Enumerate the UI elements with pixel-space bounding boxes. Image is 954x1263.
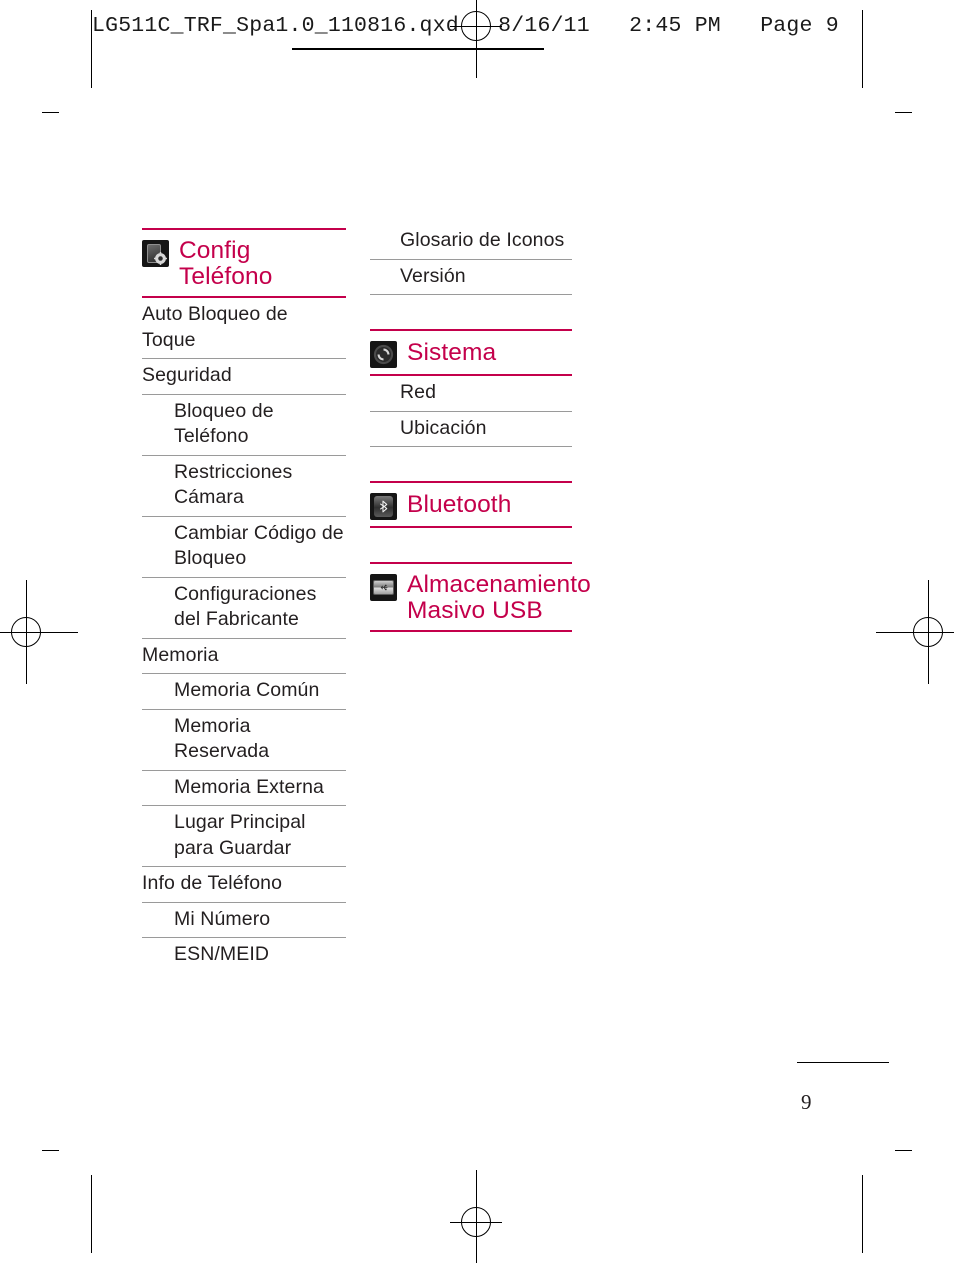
section-title-sistema: Sistema bbox=[407, 339, 497, 366]
section-header-bluetooth[interactable]: Bluetooth bbox=[370, 481, 572, 528]
usb-title-line-2: Masivo USB bbox=[407, 597, 543, 624]
crop-mark-top-left-vertical bbox=[91, 10, 92, 88]
crop-mark-bottom-left-vertical bbox=[91, 1175, 92, 1253]
crop-mark-bottom-right-horizontal bbox=[895, 1150, 912, 1151]
section-title-almacenamiento-masivo-usb: Almacenamiento Masivo USB bbox=[397, 571, 591, 624]
document-page: LG511C_TRF_Spa1.0_110816.qxd 8/16/11 2:4… bbox=[0, 0, 954, 1263]
config-title-line-2: Teléfono bbox=[179, 263, 273, 290]
section-header-sistema[interactable]: Sistema bbox=[370, 329, 572, 376]
toc-item-label: Ubicación bbox=[400, 416, 487, 439]
toc-item-label: Memoria Común bbox=[174, 679, 320, 701]
toc-item-label: Info de Teléfono bbox=[142, 872, 283, 894]
registration-tick-left-vertical bbox=[26, 580, 27, 684]
toc-item-label: Lugar Principal para Guardar bbox=[174, 811, 306, 859]
toc-item-auto-bloqueo-de-toque[interactable]: Auto Bloqueo de Toque bbox=[142, 298, 346, 359]
toc-item-memoria[interactable]: Memoria bbox=[142, 639, 346, 674]
toc-item-memoria-reservada[interactable]: Memoria Reservada bbox=[142, 710, 346, 771]
section-title-config-telefono: Config Teléfono bbox=[169, 237, 272, 290]
toc-right-column: Glosario de Iconos Versión Sistema Red U… bbox=[370, 228, 591, 632]
toc-item-esn-meid[interactable]: ESN/MEID bbox=[142, 938, 346, 973]
column-spacer-1 bbox=[370, 295, 572, 329]
toc-item-label: Mi Número bbox=[174, 907, 271, 930]
header-underline bbox=[292, 48, 544, 50]
bluetooth-icon bbox=[370, 493, 397, 520]
section-title-bluetooth: Bluetooth bbox=[407, 491, 512, 518]
column-spacer-3 bbox=[370, 528, 572, 562]
toc-item-seguridad[interactable]: Seguridad bbox=[142, 359, 346, 395]
page-number: 9 bbox=[801, 1090, 812, 1114]
toc-item-restricciones-camara[interactable]: Restricciones Cámara bbox=[142, 456, 346, 517]
toc-item-label: Cambiar Código de Bloqueo bbox=[174, 521, 344, 570]
toc-item-label: ESN/MEID bbox=[174, 943, 270, 965]
toc-left-column: Config Teléfono Auto Bloqueo de Toque Seg… bbox=[142, 228, 346, 973]
toc-item-label: Configuraciones del Fabricante bbox=[174, 582, 317, 631]
section-header-config-telefono[interactable]: Config Teléfono bbox=[142, 228, 346, 298]
registration-mark-top bbox=[450, 0, 502, 78]
toc-item-label: Versión bbox=[400, 264, 466, 287]
section-header-almacenamiento-masivo-usb[interactable]: Almacenamiento Masivo USB bbox=[370, 562, 591, 632]
crop-mark-bottom-right-vertical bbox=[862, 1175, 863, 1253]
toc-item-label: Seguridad bbox=[142, 364, 232, 386]
toc-item-label: Bloqueo de Teléfono bbox=[174, 399, 274, 448]
toc-item-label: Auto Bloqueo de Toque bbox=[142, 303, 288, 351]
usb-title-line-1: Almacenamiento bbox=[407, 571, 591, 598]
toc-item-label: Memoria Externa bbox=[174, 775, 324, 798]
crop-mark-top-left-horizontal bbox=[42, 112, 59, 113]
toc-item-lugar-principal-para-guardar[interactable]: Lugar Principal para Guardar bbox=[142, 806, 346, 867]
toc-item-glosario-de-iconos[interactable]: Glosario de Iconos bbox=[370, 228, 572, 260]
toc-item-info-de-telefono[interactable]: Info de Teléfono bbox=[142, 867, 346, 903]
toc-item-cambiar-codigo-de-bloqueo[interactable]: Cambiar Código de Bloqueo bbox=[142, 517, 346, 578]
column-spacer-2 bbox=[370, 447, 572, 481]
toc-item-ubicacion[interactable]: Ubicación bbox=[370, 412, 572, 447]
crop-mark-bottom-left-horizontal bbox=[42, 1150, 59, 1151]
toc-item-version[interactable]: Versión bbox=[370, 260, 572, 295]
config-title-line-1: Config bbox=[179, 237, 251, 264]
toc-item-label: Red bbox=[400, 381, 437, 403]
registration-mark-bottom bbox=[450, 1170, 502, 1263]
toc-item-memoria-comun[interactable]: Memoria Común bbox=[142, 674, 346, 710]
registration-tick-right-vertical bbox=[928, 580, 929, 684]
crop-mark-top-right-horizontal bbox=[895, 112, 912, 113]
toc-item-memoria-externa[interactable]: Memoria Externa bbox=[142, 771, 346, 806]
toc-item-bloqueo-de-telefono[interactable]: Bloqueo de Teléfono bbox=[142, 395, 346, 456]
toc-item-label: Glosario de Iconos bbox=[400, 229, 565, 251]
toc-item-red[interactable]: Red bbox=[370, 376, 572, 412]
toc-item-label: Restricciones Cámara bbox=[174, 460, 293, 509]
usb-mass-storage-icon bbox=[370, 574, 397, 601]
crop-mark-top-right-vertical bbox=[862, 10, 863, 88]
toc-item-label: Memoria bbox=[142, 643, 219, 666]
toc-item-mi-numero[interactable]: Mi Número bbox=[142, 903, 346, 938]
sync-circle-icon bbox=[370, 341, 397, 368]
toc-item-configuraciones-del-fabricante[interactable]: Configuraciones del Fabricante bbox=[142, 578, 346, 639]
folio-rule bbox=[797, 1062, 889, 1063]
phone-settings-icon bbox=[142, 240, 169, 267]
toc-item-label: Memoria Reservada bbox=[174, 714, 270, 763]
